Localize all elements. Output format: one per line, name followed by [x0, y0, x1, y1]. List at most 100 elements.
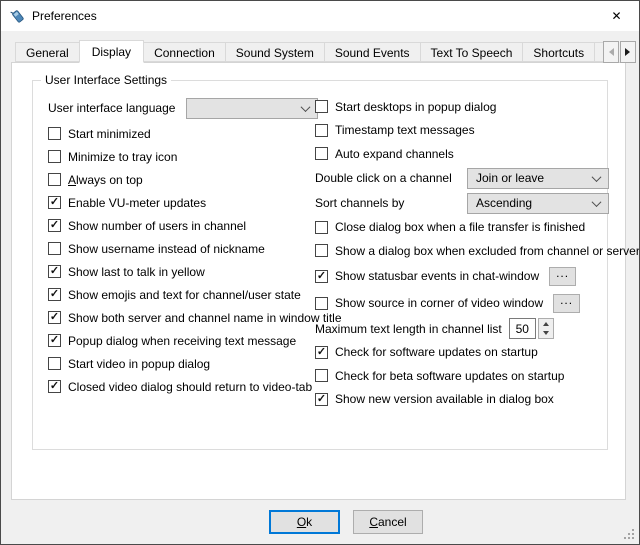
tab-scroll-left-button[interactable]: [603, 41, 619, 63]
start-video-in-popup-dialog-checkbox[interactable]: [48, 357, 61, 370]
spin-up-button[interactable]: [539, 319, 553, 329]
sort-channels-by-combo[interactable]: Ascending: [467, 193, 609, 214]
tab-general[interactable]: General: [15, 42, 80, 62]
sort-channels-by-label: Sort channels by: [315, 196, 404, 210]
start-minimized-row: Start minimized: [48, 122, 318, 145]
cancel-button[interactable]: Cancel: [353, 510, 423, 534]
ok-button-label: Ok: [297, 515, 312, 529]
user-interface-settings-group: User Interface Settings User interface l…: [32, 80, 608, 450]
tab-sound-events[interactable]: Sound Events: [324, 42, 421, 62]
chevron-down-icon: [592, 197, 602, 207]
title-bar: Preferences ✕: [1, 1, 639, 31]
sort-channels-by-combo-value: Ascending: [476, 196, 532, 210]
triangle-left-icon: [605, 48, 614, 56]
group-title: User Interface Settings: [41, 73, 171, 87]
resize-grip-icon[interactable]: [632, 537, 634, 539]
maximum-text-length-in-channel-list-row: Maximum text length in channel list 50: [315, 317, 609, 341]
auto-expand-channels-row: Auto expand channels: [315, 142, 609, 166]
ok-button[interactable]: Ok: [269, 510, 340, 534]
start-video-in-popup-dialog-label: Start video in popup dialog: [68, 357, 210, 371]
maximum-text-length-in-channel-list-label: Maximum text length in channel list: [315, 322, 502, 336]
start-minimized-checkbox[interactable]: [48, 127, 61, 140]
tab-sound-system[interactable]: Sound System: [225, 42, 325, 62]
auto-expand-channels-checkbox[interactable]: [315, 147, 328, 160]
enable-vu-meter-updates-row: ✓Enable VU-meter updates: [48, 191, 318, 214]
show-statusbar-events-in-chat-window-more-button[interactable]: ...: [549, 267, 576, 286]
show-number-of-users-in-channel-row: ✓ Show number of users in channel: [48, 214, 318, 237]
show-number-of-users-in-channel-label: Show number of users in channel: [68, 219, 246, 233]
spin-down-button[interactable]: [539, 329, 553, 339]
maximum-text-length-in-channel-list-spinner: 50: [509, 318, 554, 340]
minimize-to-tray-icon-label: Minimize to tray icon: [68, 150, 177, 164]
always-on-top-label: Always on top: [68, 173, 143, 187]
check-for-software-updates-on-startup-row: ✓ Check for software updates on startup: [315, 341, 609, 365]
show-source-in-corner-of-video-window-checkbox[interactable]: [315, 297, 328, 310]
check-for-software-updates-on-startup-label: Check for software updates on startup: [335, 345, 538, 359]
show-a-dialog-box-when-excluded-from-channel-or-server-checkbox[interactable]: [315, 244, 328, 257]
chevron-down-icon: [301, 102, 311, 112]
closed-video-dialog-should-return-to-video-tab-checkbox[interactable]: ✓: [48, 380, 61, 393]
show-emojis-and-text-for-channel-user-state-label: Show emojis and text for channel/user st…: [68, 288, 301, 302]
always-on-top-checkbox[interactable]: [48, 173, 61, 186]
show-a-dialog-box-when-excluded-from-channel-or-server-row: Show a dialog box when excluded from cha…: [315, 239, 609, 263]
show-both-server-and-channel-name-in-window-title-checkbox[interactable]: ✓: [48, 311, 61, 324]
show-new-version-available-in-dialog-box-label: Show new version available in dialog box: [335, 392, 554, 406]
right-column: Start desktops in popup dialog Timestamp …: [315, 95, 609, 411]
show-username-instead-of-nickname-label: Show username instead of nickname: [68, 242, 265, 256]
chevron-down-icon: [592, 172, 602, 182]
cancel-button-label: Cancel: [369, 515, 406, 529]
double-click-on-a-channel-combo-value: Join or leave: [476, 171, 544, 185]
close-dialog-box-when-a-file-transfer-is-finished-checkbox[interactable]: [315, 221, 328, 234]
start-desktops-in-popup-dialog-row: Start desktops in popup dialog: [315, 95, 609, 119]
show-last-to-talk-in-yellow-label: Show last to talk in yellow: [68, 265, 205, 279]
close-icon[interactable]: ✕: [594, 1, 639, 31]
show-statusbar-events-in-chat-window-label: Show statusbar events in chat-window: [335, 269, 539, 283]
timestamp-text-messages-row: Timestamp text messages: [315, 119, 609, 143]
tab-connection[interactable]: Connection: [143, 42, 226, 62]
display-tab-page: User Interface Settings User interface l…: [11, 62, 626, 500]
show-new-version-available-in-dialog-box-checkbox[interactable]: ✓: [315, 393, 328, 406]
tab-bar: GeneralDisplayConnectionSound SystemSoun…: [15, 38, 605, 63]
user-interface-language-combo[interactable]: [186, 98, 318, 119]
tab-scroll-right-button[interactable]: [620, 41, 636, 63]
show-emojis-and-text-for-channel-user-state-row: ✓ Show emojis and text for channel/user s…: [48, 283, 318, 306]
show-number-of-users-in-channel-checkbox[interactable]: ✓: [48, 219, 61, 232]
maximum-text-length-in-channel-list-input[interactable]: 50: [509, 318, 536, 339]
tab-shortcuts[interactable]: Shortcuts: [522, 42, 595, 62]
show-source-in-corner-of-video-window-more-button[interactable]: ...: [553, 294, 580, 313]
minimize-to-tray-icon-row: Minimize to tray icon: [48, 145, 318, 168]
popup-dialog-when-receiving-text-message-row: ✓ Popup dialog when receiving text messag…: [48, 329, 318, 352]
timestamp-text-messages-label: Timestamp text messages: [335, 123, 475, 137]
show-emojis-and-text-for-channel-user-state-checkbox[interactable]: ✓: [48, 288, 61, 301]
double-click-on-a-channel-combo[interactable]: Join or leave: [467, 168, 609, 189]
show-statusbar-events-in-chat-window-checkbox[interactable]: ✓: [315, 270, 328, 283]
tab-display[interactable]: Display: [79, 40, 144, 63]
show-last-to-talk-in-yellow-checkbox[interactable]: ✓: [48, 265, 61, 278]
popup-dialog-when-receiving-text-message-checkbox[interactable]: ✓: [48, 334, 61, 347]
enable-vu-meter-updates-checkbox[interactable]: ✓: [48, 196, 61, 209]
close-dialog-box-when-a-file-transfer-is-finished-row: Close dialog box when a file transfer is…: [315, 216, 609, 240]
double-click-on-a-channel-label: Double click on a channel: [315, 171, 452, 185]
tab-text-to-speech[interactable]: Text To Speech: [420, 42, 524, 62]
start-desktops-in-popup-dialog-checkbox[interactable]: [315, 100, 328, 113]
minimize-to-tray-icon-checkbox[interactable]: [48, 150, 61, 163]
closed-video-dialog-should-return-to-video-tab-row: ✓Closed video dialog should return to vi…: [48, 375, 318, 398]
show-username-instead-of-nickname-row: Show username instead of nickname: [48, 237, 318, 260]
left-column: User interface languageStart minimizedMi…: [48, 97, 318, 398]
auto-expand-channels-label: Auto expand channels: [335, 147, 454, 161]
check-for-beta-software-updates-on-startup-checkbox[interactable]: [315, 369, 328, 382]
show-source-in-corner-of-video-window-row: Show source in corner of video window...: [315, 290, 609, 317]
show-last-to-talk-in-yellow-row: ✓ Show last to talk in yellow: [48, 260, 318, 283]
window-title: Preferences: [32, 9, 97, 23]
show-source-in-corner-of-video-window-label: Show source in corner of video window: [335, 296, 543, 310]
show-statusbar-events-in-chat-window-row: ✓ Show statusbar events in chat-window...: [315, 263, 609, 290]
show-username-instead-of-nickname-checkbox[interactable]: [48, 242, 61, 255]
popup-dialog-when-receiving-text-message-label: Popup dialog when receiving text message: [68, 334, 296, 348]
show-new-version-available-in-dialog-box-row: ✓ Show new version available in dialog bo…: [315, 388, 609, 412]
close-dialog-box-when-a-file-transfer-is-finished-label: Close dialog box when a file transfer is…: [335, 220, 585, 234]
check-for-software-updates-on-startup-checkbox[interactable]: ✓: [315, 346, 328, 359]
start-video-in-popup-dialog-row: Start video in popup dialog: [48, 352, 318, 375]
start-desktops-in-popup-dialog-label: Start desktops in popup dialog: [335, 100, 496, 114]
double-click-on-a-channel-row: Double click on a channel Join or leave: [315, 166, 609, 191]
timestamp-text-messages-checkbox[interactable]: [315, 124, 328, 137]
